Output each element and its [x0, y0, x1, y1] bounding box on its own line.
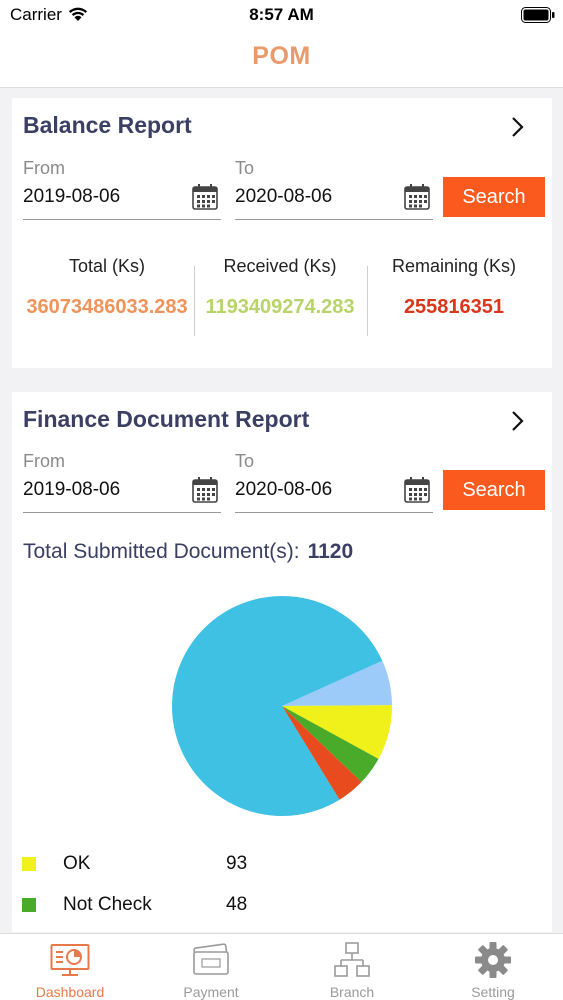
- stat-received-label: Received (Ks): [223, 256, 337, 276]
- legend-value: 93: [226, 853, 248, 874]
- navigation-bar: POM: [0, 30, 563, 88]
- clock: 8:57 AM: [249, 5, 314, 24]
- balance-report-title: Balance Report: [23, 112, 192, 138]
- tab-branch[interactable]: Branch: [282, 934, 422, 1000]
- tab-setting-label: Setting: [471, 984, 515, 1000]
- legend-swatch: [22, 857, 36, 871]
- page-title: POM: [252, 42, 311, 70]
- payment-icon: [193, 943, 229, 975]
- search-button[interactable]: Search: [443, 177, 545, 217]
- stat-total-label: Total (Ks): [68, 256, 146, 276]
- tab-branch-label: Branch: [329, 984, 375, 1000]
- to-date-value: 2020-08-06: [235, 479, 333, 500]
- legend-item: OK 93: [22, 851, 322, 877]
- tab-setting[interactable]: Setting: [423, 934, 563, 1000]
- total-docs-label: Total Submitted Document(s):: [23, 540, 300, 563]
- from-date-value: 2019-08-06: [23, 479, 121, 500]
- legend-label: Not Check: [63, 894, 152, 915]
- calendar-icon[interactable]: [191, 183, 219, 211]
- stat-total: Total (Ks) 36073486033.283: [22, 253, 192, 343]
- to-date-field[interactable]: 2020-08-06: [235, 469, 433, 513]
- legend-swatch: [22, 898, 36, 912]
- divider: [367, 266, 368, 336]
- finance-report-title: Finance Document Report: [23, 406, 310, 432]
- document-status-pie-chart: [172, 596, 392, 816]
- calendar-icon[interactable]: [403, 183, 431, 211]
- battery-icon: [521, 7, 555, 23]
- total-docs-value: 1120: [307, 540, 354, 563]
- calendar-icon[interactable]: [403, 476, 431, 504]
- tab-bar: Dashboard Payment Branch Setting: [0, 933, 563, 1000]
- to-date-field[interactable]: 2020-08-06: [235, 176, 433, 220]
- stat-received: Received (Ks) 1193409274.283: [195, 253, 365, 343]
- chevron-right-icon[interactable]: [510, 410, 526, 432]
- stat-received-value: 1193409274.283: [205, 296, 355, 318]
- dashboard-icon: [50, 944, 90, 976]
- tab-payment[interactable]: Payment: [141, 934, 281, 1000]
- gear-icon: [475, 942, 511, 978]
- to-date-value: 2020-08-06: [235, 186, 333, 207]
- status-bar: Carrier 8:57 AM: [0, 0, 563, 30]
- stat-remaining-value: 255816351: [403, 296, 505, 318]
- from-date-value: 2019-08-06: [23, 186, 121, 207]
- from-date-field[interactable]: 2019-08-06: [23, 176, 221, 220]
- legend-item: Not Check 48: [22, 892, 322, 918]
- tab-payment-label: Payment: [183, 984, 239, 1000]
- tab-dashboard-label: Dashboard: [35, 984, 105, 1000]
- legend-value: 48: [226, 894, 248, 915]
- tab-dashboard[interactable]: Dashboard: [0, 934, 140, 1000]
- balance-report-card: Balance Report From 2019-08-06 To 2020-0…: [12, 98, 552, 368]
- legend-label: OK: [63, 853, 91, 874]
- branch-icon: [334, 942, 370, 977]
- from-date-field[interactable]: 2019-08-06: [23, 469, 221, 513]
- stat-remaining: Remaining (Ks) 255816351: [369, 253, 539, 343]
- calendar-icon[interactable]: [191, 476, 219, 504]
- stat-remaining-label: Remaining (Ks): [391, 256, 517, 276]
- stat-total-value: 36073486033.283: [26, 296, 188, 318]
- chevron-right-icon[interactable]: [510, 116, 526, 138]
- total-submitted-documents: Total Submitted Document(s): 1120: [23, 540, 353, 564]
- finance-report-card: Finance Document Report From 2019-08-06 …: [12, 392, 552, 932]
- search-button[interactable]: Search: [443, 470, 545, 510]
